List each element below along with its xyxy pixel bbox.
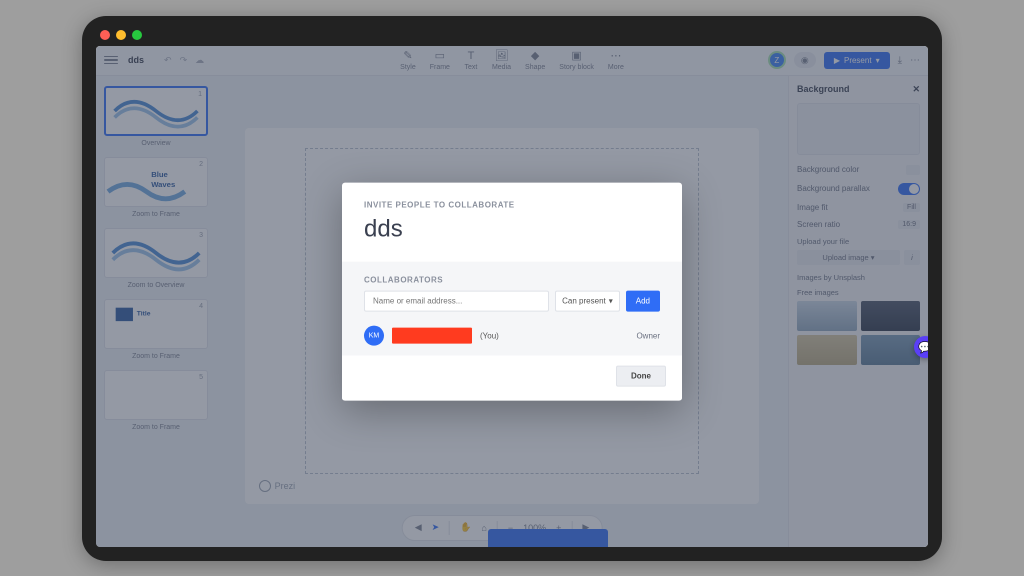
app-screen: dds ↶ ↷ ☁ ✎Style ▭Frame TText 🖼Media ◆Sh… (96, 46, 928, 547)
add-button[interactable]: Add (626, 291, 660, 312)
modal-title: dds (364, 216, 660, 244)
chevron-down-icon: ▾ (609, 297, 613, 306)
close-window-icon[interactable] (100, 30, 110, 40)
maximize-window-icon[interactable] (132, 30, 142, 40)
collaborator-row: KM (You) Owner (364, 322, 660, 350)
you-label: (You) (480, 331, 499, 340)
done-button[interactable]: Done (616, 366, 666, 387)
collaborator-input[interactable] (364, 291, 549, 312)
device-frame: dds ↶ ↷ ☁ ✎Style ▭Frame TText 🖼Media ◆Sh… (82, 16, 942, 561)
owner-label: Owner (636, 331, 660, 340)
permission-select[interactable]: Can present▾ (555, 291, 620, 312)
window-titlebar (96, 24, 928, 46)
minimize-window-icon[interactable] (116, 30, 126, 40)
modal-subheader: INVITE PEOPLE TO COLLABORATE (364, 201, 660, 210)
redacted-name (392, 328, 472, 344)
share-modal: INVITE PEOPLE TO COLLABORATE dds COLLABO… (342, 183, 682, 401)
collaborators-label: COLLABORATORS (364, 276, 660, 285)
collaborator-avatar: KM (364, 326, 384, 346)
